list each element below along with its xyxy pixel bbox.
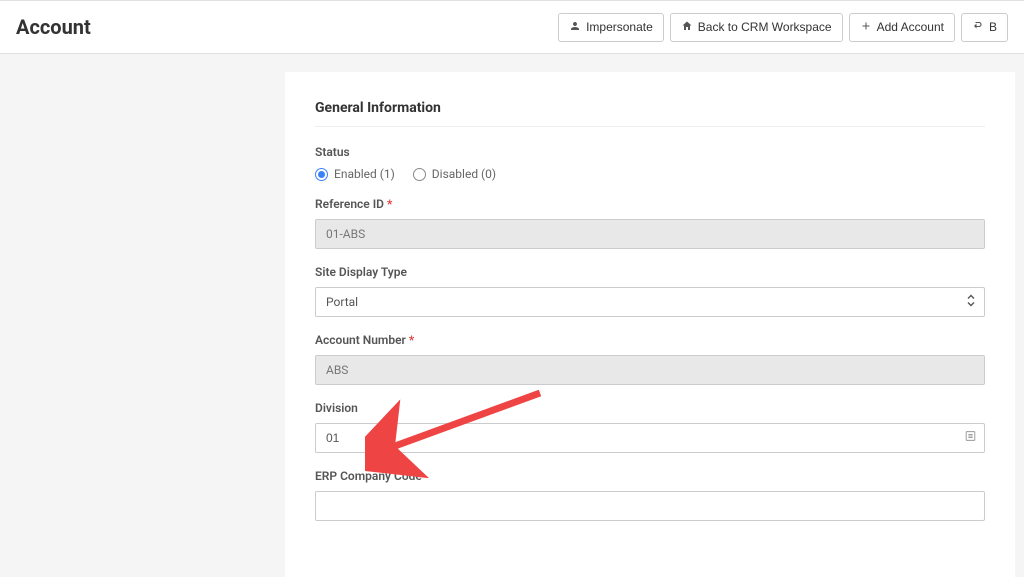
impersonate-button[interactable]: Impersonate [558,13,664,42]
top-bar: Account Impersonate Back to CRM Workspac… [0,0,1024,54]
division-label: Division [315,401,985,415]
back-button-partial[interactable]: B [961,13,1008,42]
division-field: Division [315,401,985,453]
radio-icon [413,168,426,181]
required-asterisk: * [409,333,414,347]
status-enabled-label: Enabled (1) [334,167,395,181]
back-crm-button[interactable]: Back to CRM Workspace [670,13,843,42]
top-actions: Impersonate Back to CRM Workspace Add Ac… [558,13,1008,42]
add-account-button[interactable]: Add Account [849,13,955,42]
impersonate-label: Impersonate [586,20,653,34]
status-enabled-radio[interactable]: Enabled (1) [315,167,395,181]
form-card: General Information Status Enabled (1) D… [285,72,1015,577]
required-asterisk: * [387,197,392,211]
undo-icon [972,20,984,35]
reference-id-label-text: Reference ID [315,197,384,211]
status-label: Status [315,145,985,159]
reference-id-input: 01-ABS [315,219,985,249]
account-number-input: ABS [315,355,985,385]
back-partial-label: B [989,20,997,34]
site-display-type-label: Site Display Type [315,265,985,279]
division-input[interactable] [315,423,985,453]
account-number-label: Account Number* [315,333,985,347]
back-crm-label: Back to CRM Workspace [698,20,832,34]
radio-icon [315,168,328,181]
status-disabled-radio[interactable]: Disabled (0) [413,167,496,181]
erp-company-code-input[interactable] [315,491,985,521]
reference-id-field: Reference ID* 01-ABS [315,197,985,249]
site-display-type-select[interactable]: Portal [315,287,985,317]
site-display-type-field: Site Display Type Portal [315,265,985,317]
user-icon [569,20,581,35]
reference-id-label: Reference ID* [315,197,985,211]
account-number-field: Account Number* ABS [315,333,985,385]
erp-company-code-label: ERP Company Code [315,469,985,483]
status-field: Status Enabled (1) Disabled (0) [315,145,985,181]
status-radio-group: Enabled (1) Disabled (0) [315,167,985,181]
list-icon[interactable] [964,430,977,447]
plus-icon [860,20,872,35]
account-number-label-text: Account Number [315,333,406,347]
page-title: Account [16,15,91,39]
section-title: General Information [315,100,985,127]
erp-company-code-field: ERP Company Code [315,469,985,521]
add-account-label: Add Account [877,20,944,34]
status-disabled-label: Disabled (0) [432,167,496,181]
home-icon [681,20,693,35]
